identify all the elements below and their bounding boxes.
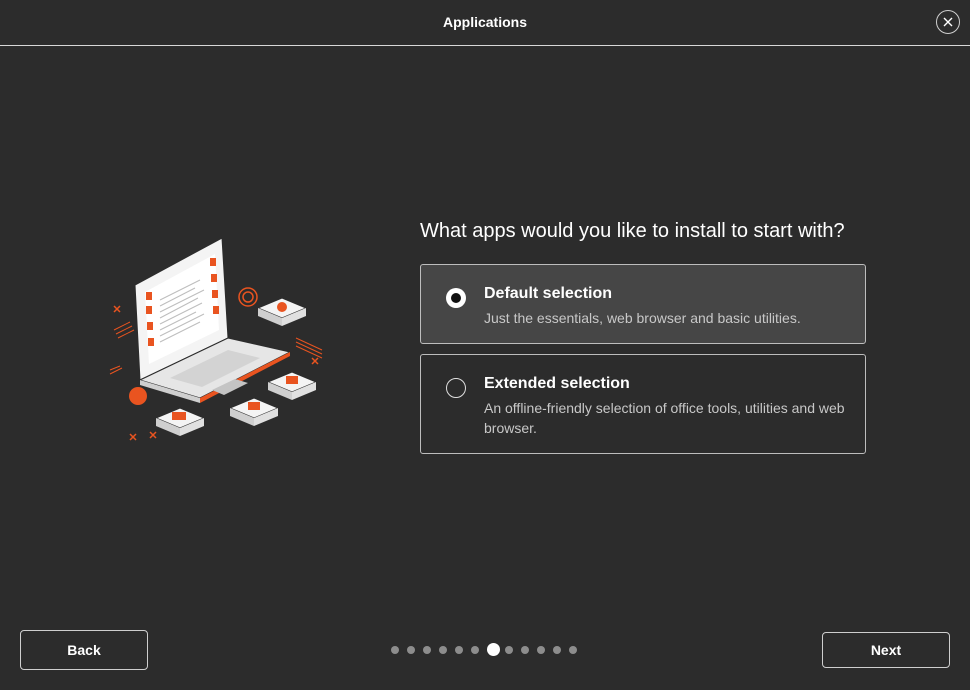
- page-dot: [471, 646, 479, 654]
- question-heading: What apps would you like to install to s…: [420, 220, 845, 242]
- radio-extended-selection[interactable]: [446, 378, 466, 398]
- page-dot: [553, 646, 561, 654]
- page-dot-active: [487, 643, 500, 656]
- back-button[interactable]: Back: [20, 630, 148, 670]
- pagination-dots: [390, 643, 590, 657]
- close-icon: [943, 17, 953, 27]
- option-description: An offline-friendly selection of office …: [484, 400, 845, 436]
- option-extended-selection[interactable]: Extended selection An offline-friendly s…: [420, 354, 866, 454]
- laptop-illustration: [109, 237, 323, 441]
- page-dot: [537, 646, 545, 654]
- page-dot: [505, 646, 513, 654]
- radio-default-selection[interactable]: [446, 288, 466, 308]
- title-bar: Applications: [0, 0, 970, 46]
- option-title: Extended selection: [484, 375, 630, 392]
- next-button[interactable]: Next: [822, 632, 950, 668]
- page-dot: [521, 646, 529, 654]
- page-dot: [439, 646, 447, 654]
- option-description: Just the essentials, web browser and bas…: [484, 310, 801, 326]
- option-title: Default selection: [484, 285, 613, 302]
- close-button[interactable]: [936, 10, 960, 34]
- page-dot: [391, 646, 399, 654]
- option-default-selection[interactable]: Default selection Just the essentials, w…: [420, 264, 866, 344]
- page-dot: [423, 646, 431, 654]
- window-title: Applications: [442, 14, 527, 30]
- page-dot: [569, 646, 577, 654]
- page-dot: [455, 646, 463, 654]
- page-dot: [407, 646, 415, 654]
